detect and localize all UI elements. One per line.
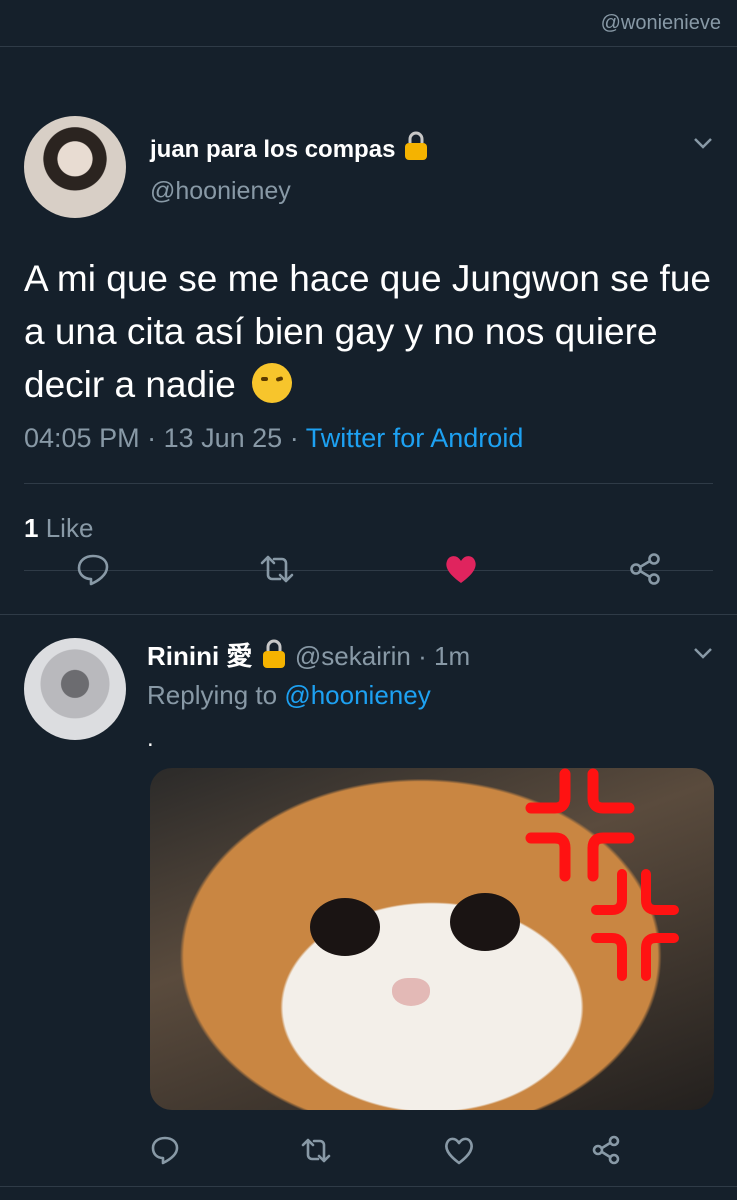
- reply-icon: [151, 1136, 179, 1165]
- reply-text: .: [147, 725, 154, 752]
- top-bar: @wonienieve: [0, 0, 737, 47]
- lock-icon: [402, 131, 430, 161]
- chevron-down-icon[interactable]: [691, 131, 715, 160]
- raised-eyebrow-emoji-icon: [252, 363, 293, 403]
- reply-button[interactable]: [73, 549, 113, 589]
- timestamp: 1m: [434, 641, 471, 671]
- share-icon: [630, 553, 660, 585]
- avatar[interactable]: [24, 116, 126, 218]
- reply-header: Rinini 愛 @sekairin · 1m: [147, 639, 471, 671]
- share-button[interactable]: [586, 1130, 626, 1170]
- tweet-date: 13 Jun 25: [163, 423, 283, 453]
- retweet-button[interactable]: [257, 549, 297, 589]
- tweet-text: A mi que se me hace que Jungwon se fue a…: [24, 258, 711, 405]
- tweet-time: 04:05 PM: [24, 423, 140, 453]
- like-button[interactable]: [441, 549, 481, 589]
- main-tweet: juan para los compas @hoonieney A mi que…: [0, 47, 737, 615]
- chevron-down-icon[interactable]: [691, 641, 715, 670]
- divider: [24, 483, 713, 484]
- heart-icon: [445, 1137, 473, 1165]
- display-name[interactable]: Rinini 愛: [147, 641, 252, 671]
- like-count[interactable]: 1 Like: [24, 513, 93, 544]
- reply-icon: [77, 554, 109, 586]
- main-actions: [0, 549, 737, 589]
- like-button[interactable]: [439, 1130, 479, 1170]
- share-icon: [592, 1135, 620, 1165]
- anger-mark-icon: [590, 868, 680, 983]
- retweet-icon: [260, 555, 294, 583]
- tweet-source-link[interactable]: Twitter for Android: [306, 423, 524, 453]
- lock-icon: [260, 639, 288, 669]
- handle[interactable]: @hoonieney: [150, 177, 291, 206]
- handle[interactable]: @sekairin: [295, 641, 411, 671]
- reply-button[interactable]: [145, 1130, 185, 1170]
- tweet-meta: 04:05 PM · 13 Jun 25 · Twitter for Andro…: [24, 423, 524, 453]
- watermark: @wonienieve: [600, 12, 721, 34]
- cat-nose: [392, 978, 430, 1006]
- cat-eye: [450, 893, 520, 951]
- cat-eye: [310, 898, 380, 956]
- heart-filled-icon: [446, 556, 476, 583]
- retweet-button[interactable]: [296, 1130, 336, 1170]
- angry-cat-image[interactable]: [150, 768, 714, 1110]
- replying-to: Replying to @hoonieney: [147, 680, 431, 710]
- reply-actions: [0, 1130, 737, 1170]
- divider: [0, 1186, 737, 1187]
- avatar[interactable]: [24, 638, 126, 740]
- display-name[interactable]: juan para los compas: [150, 131, 430, 164]
- anger-mark-icon: [525, 768, 635, 883]
- retweet-icon: [301, 1138, 331, 1163]
- share-button[interactable]: [625, 549, 665, 589]
- replying-handle-link[interactable]: @hoonieney: [284, 680, 430, 710]
